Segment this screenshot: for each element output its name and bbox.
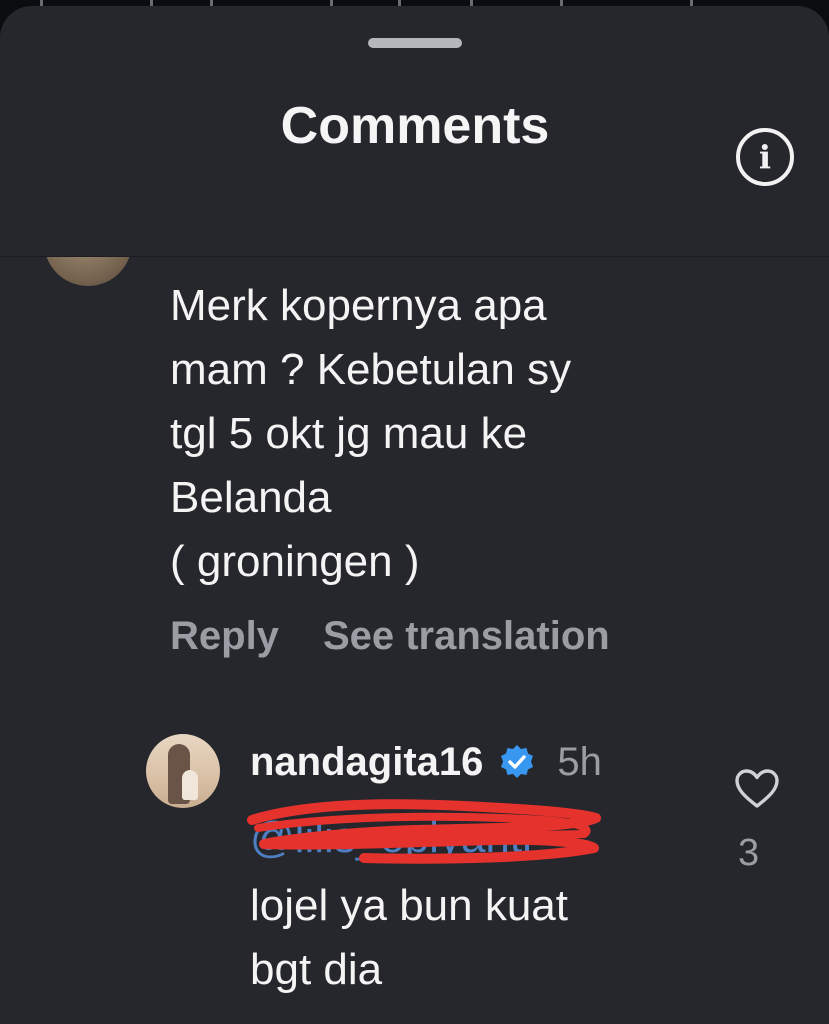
username[interactable]: nandagita16: [250, 740, 483, 785]
redaction-scribble: [247, 799, 601, 864]
comments-sheet: Merk kopernya apa mam ? Kebetulan sy tgl…: [0, 6, 829, 1024]
avatar-photo-figure: [182, 770, 198, 800]
comment-text: Merk kopernya apa mam ? Kebetulan sy tgl…: [170, 274, 690, 594]
comment-line: ( groningen ): [170, 537, 420, 586]
info-icon[interactable]: i: [736, 128, 794, 186]
comment-line: lojel ya bun kuat: [250, 881, 568, 930]
like-count: 3: [738, 832, 760, 874]
comment-line: tgl 5 okt jg mau ke: [170, 409, 528, 458]
comment-line: Belanda: [170, 473, 332, 522]
screen: Merk kopernya apa mam ? Kebetulan sy tgl…: [0, 0, 829, 1024]
comment-line: bgt dia: [250, 945, 383, 994]
reply-button[interactable]: Reply: [170, 614, 279, 659]
comment-line: mam ? Kebetulan sy: [170, 345, 572, 394]
see-translation-button[interactable]: See translation: [323, 614, 610, 659]
sheet-header: Comments i: [0, 6, 829, 257]
comment-text: lojel ya bun kuat bgt dia: [250, 874, 730, 1002]
page-title: Comments: [280, 97, 550, 155]
comment-line: Merk kopernya apa: [170, 281, 547, 330]
heart-icon[interactable]: [734, 768, 780, 810]
drag-handle[interactable]: [368, 38, 462, 48]
comment-meta: nandagita16 5h: [250, 734, 602, 790]
comment-actions: Reply See translation: [170, 606, 610, 666]
avatar[interactable]: [146, 734, 220, 808]
verified-badge-icon: [501, 745, 534, 778]
timestamp: 5h: [557, 739, 602, 784]
mention[interactable]: @lilis_oplyanti: [247, 799, 630, 866]
